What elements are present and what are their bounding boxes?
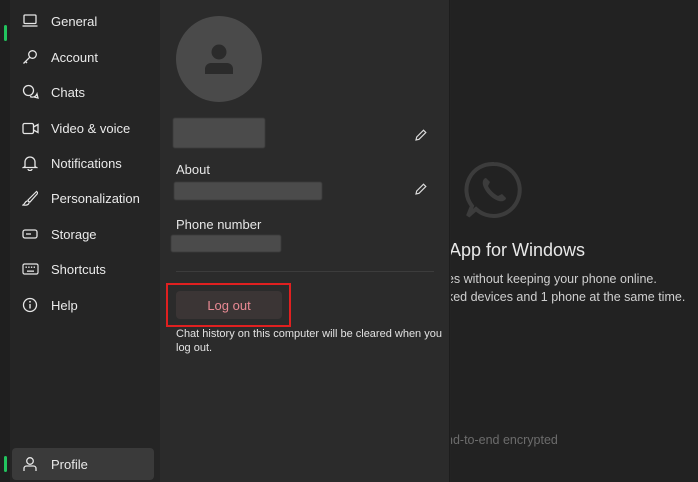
sidebar-item-profile[interactable]: Profile (12, 448, 154, 480)
sidebar-item-label: Chats (51, 84, 85, 100)
sidebar-item-label: Shortcuts (51, 261, 106, 277)
sidebar-item-storage[interactable]: Storage (12, 218, 154, 250)
phone-number-redacted (171, 235, 281, 252)
divider (176, 271, 434, 272)
sidebar-item-video-voice[interactable]: Video & voice (12, 112, 154, 144)
sidebar-edge (0, 0, 10, 482)
name-redacted (173, 118, 265, 148)
welcome-title: sApp for Windows (451, 240, 586, 260)
welcome-content: sApp for Windows ges without keeping you… (451, 0, 698, 482)
about-redacted (174, 182, 322, 200)
keyboard-icon (21, 260, 39, 278)
edit-name-pencil-icon[interactable] (414, 128, 428, 142)
person-icon (21, 455, 39, 473)
sidebar-item-label: Video & voice (51, 120, 131, 136)
encryption-note: nd-to-end encrypted (451, 433, 558, 447)
bell-icon (21, 154, 39, 172)
chat-bubbles-icon (21, 83, 39, 101)
sidebar-item-label: Personalization (51, 190, 140, 206)
whatsapp-logo-icon (464, 161, 522, 218)
sidebar-item-shortcuts[interactable]: Shortcuts (12, 253, 154, 285)
avatar[interactable] (176, 16, 262, 102)
sidebar-item-notifications[interactable]: Notifications (12, 147, 154, 179)
settings-sidebar: General Account Chats Video & voice Noti… (0, 0, 160, 482)
info-icon (21, 296, 39, 314)
video-icon (21, 119, 39, 137)
default-avatar-icon (205, 44, 233, 74)
storage-icon (21, 225, 39, 243)
highlight-box (166, 283, 291, 327)
sidebar-item-chats[interactable]: Chats (12, 76, 154, 108)
edit-about-pencil-icon[interactable] (414, 182, 428, 196)
logout-note: Chat history on this computer will be cl… (176, 328, 442, 354)
sidebar-item-label: Account (51, 49, 98, 65)
sidebar-item-label: Profile (51, 456, 88, 472)
brush-icon (21, 189, 39, 207)
top-indicator (4, 25, 7, 41)
key-icon (21, 48, 39, 66)
sidebar-item-label: Notifications (51, 155, 122, 171)
sidebar-item-label: General (51, 13, 98, 29)
active-indicator (4, 456, 7, 472)
sidebar-item-general[interactable]: General (12, 5, 154, 37)
profile-panel: About Phone number Log out Chat history … (160, 0, 450, 482)
about-label: About (176, 162, 210, 177)
welcome-line-2: nked devices and 1 phone at the same tim… (451, 290, 686, 304)
sidebar-item-account[interactable]: Account (12, 41, 154, 73)
sidebar-item-label: Storage (51, 226, 97, 242)
laptop-icon (21, 12, 39, 30)
phone-number-label: Phone number (176, 217, 262, 232)
sidebar-item-label: Help (51, 297, 78, 313)
sidebar-item-personalization[interactable]: Personalization (12, 182, 154, 214)
sidebar-item-help[interactable]: Help (12, 289, 154, 321)
welcome-line-1: ges without keeping your phone online. (451, 272, 657, 286)
